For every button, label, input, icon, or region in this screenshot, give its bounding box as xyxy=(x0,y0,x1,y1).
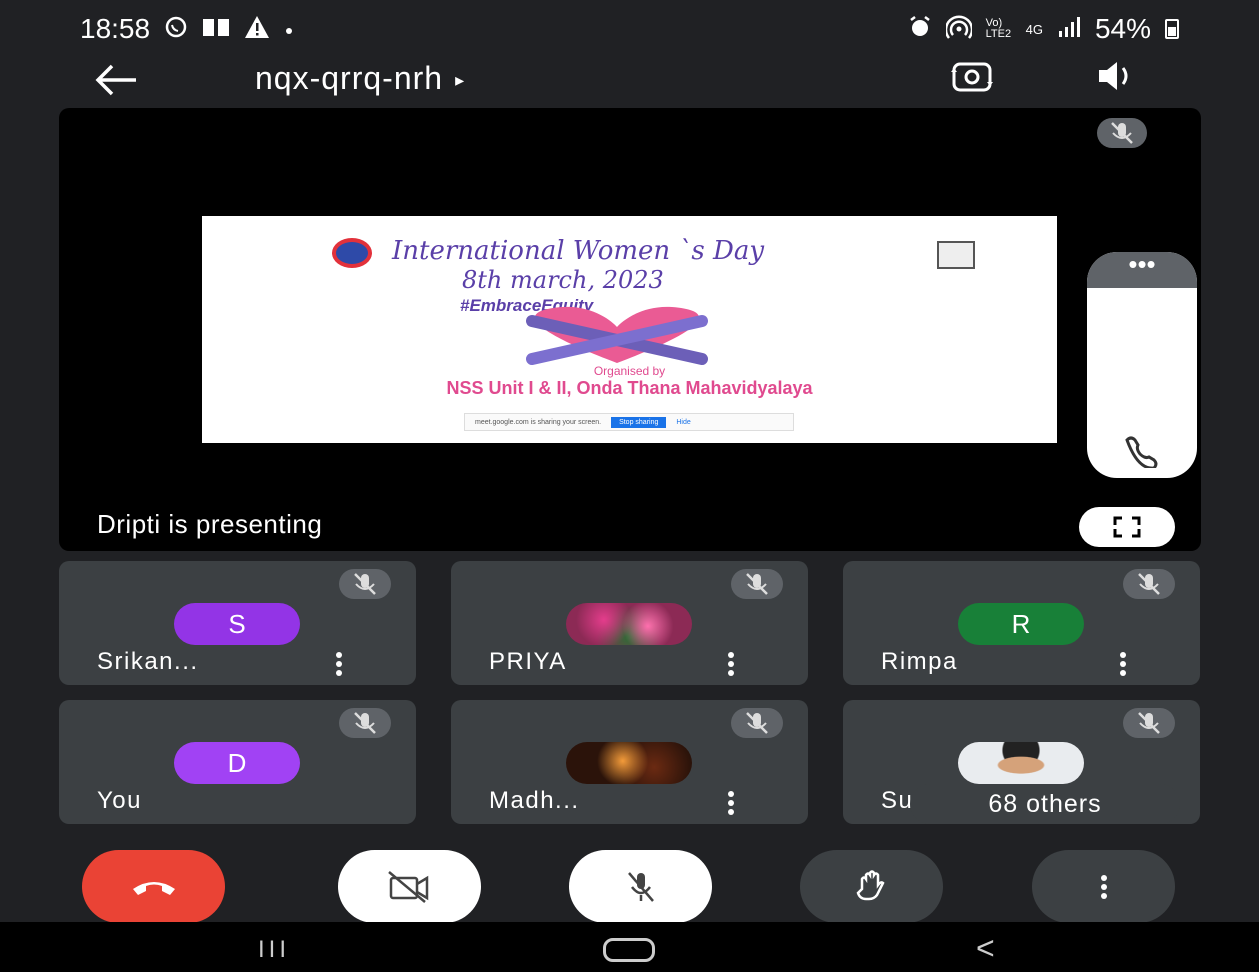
camera-off-icon xyxy=(387,870,428,903)
slide-date: 8th march, 2023 xyxy=(462,266,664,294)
back-button[interactable]: < xyxy=(976,930,995,967)
participant-name: Madh... xyxy=(489,787,580,814)
warning-icon xyxy=(244,15,270,43)
status-bar: 18:58 Vo) LTE2 4G 54% xyxy=(0,0,1259,58)
call-controls xyxy=(0,850,1259,930)
more-vert-icon[interactable] xyxy=(721,788,741,818)
hotspot-icon xyxy=(944,15,973,43)
mic-off-icon xyxy=(1123,569,1175,599)
mic-off-icon xyxy=(731,569,783,599)
mic-off-icon xyxy=(339,708,391,738)
panel-more-icon[interactable]: ••• xyxy=(1087,252,1197,288)
battery-percent: 54% xyxy=(1094,13,1151,44)
more-vert-icon[interactable] xyxy=(1113,649,1133,679)
more-vert-icon xyxy=(1100,874,1107,899)
presenter-mic-off-icon xyxy=(1097,118,1147,148)
fullscreen-button[interactable] xyxy=(1079,507,1175,547)
meeting-header: nqx-qrrq-nrh ▸ xyxy=(0,58,1259,106)
status-time: 18:58 xyxy=(80,13,151,44)
avatar-photo xyxy=(566,603,692,645)
shared-slide: International Women `s Day 8th march, 20… xyxy=(202,216,1057,443)
floating-call-panel[interactable]: ••• xyxy=(1087,252,1197,478)
participant-name: Su xyxy=(881,787,914,814)
participant-name: You xyxy=(97,787,142,814)
fullscreen-icon xyxy=(1113,516,1141,538)
avatar: R xyxy=(958,603,1084,645)
nss-logo xyxy=(332,238,372,268)
end-call-button[interactable] xyxy=(82,850,225,923)
signal-icon xyxy=(1057,17,1081,41)
book-icon xyxy=(202,16,230,42)
others-count-badge[interactable]: 68 others xyxy=(910,784,1180,824)
speaker-icon[interactable] xyxy=(1095,58,1139,102)
hide-banner-button: Hide xyxy=(676,418,691,426)
screen-share-banner: meet.google.com is sharing your screen. … xyxy=(464,413,794,431)
share-banner-text: meet.google.com is sharing your screen. xyxy=(475,418,602,426)
raise-hand-button[interactable] xyxy=(800,850,943,923)
participant-tile[interactable]: S Srikan... xyxy=(59,561,416,685)
participant-name: Rimpa xyxy=(881,648,958,675)
slide-organised-label: Organised by xyxy=(593,364,666,378)
participant-tile[interactable]: PRIYA xyxy=(451,561,808,685)
more-vert-icon[interactable] xyxy=(721,649,741,679)
home-button[interactable] xyxy=(603,938,655,962)
participant-tile[interactable]: R Rimpa xyxy=(843,561,1200,685)
alarm-icon xyxy=(908,15,932,43)
volte-label: Vo) LTE2 xyxy=(985,17,1012,40)
more-options-button[interactable] xyxy=(1032,850,1175,923)
mic-off-icon xyxy=(339,569,391,599)
meeting-code: nqx-qrrq-nrh xyxy=(255,60,444,96)
system-nav-bar: III < xyxy=(0,922,1259,972)
presenting-label: Dripti is presenting xyxy=(97,509,323,539)
college-logo xyxy=(937,241,975,269)
status-right: Vo) LTE2 4G 54% xyxy=(908,13,1179,45)
mic-off-icon xyxy=(731,708,783,738)
presentation-stage[interactable]: International Women `s Day 8th march, 20… xyxy=(59,108,1201,551)
phone-icon[interactable] xyxy=(1117,430,1167,470)
dot-icon xyxy=(284,18,294,40)
more-vert-icon[interactable] xyxy=(329,649,349,679)
stop-sharing-button: Stop sharing xyxy=(611,416,667,428)
slide-title: International Women `s Day xyxy=(392,236,765,266)
status-left: 18:58 xyxy=(80,13,294,45)
microphone-toggle-button[interactable] xyxy=(569,850,712,923)
participant-name: Srikan... xyxy=(97,648,199,675)
avatar-photo xyxy=(566,742,692,784)
mic-off-icon xyxy=(1123,708,1175,738)
meeting-code-button[interactable]: nqx-qrrq-nrh ▸ xyxy=(255,60,465,97)
back-arrow-icon[interactable] xyxy=(92,60,138,107)
participant-tile[interactable]: D You xyxy=(59,700,416,824)
whatsapp-icon xyxy=(164,15,188,43)
camera-toggle-button[interactable] xyxy=(338,850,481,923)
avatar: D xyxy=(174,742,300,784)
participant-name: PRIYA xyxy=(489,648,567,675)
battery-icon xyxy=(1165,19,1179,39)
avatar-photo xyxy=(958,742,1084,784)
meeting-info-arrow-icon: ▸ xyxy=(455,70,466,91)
participant-tile[interactable]: Madh... xyxy=(451,700,808,824)
slide-organiser: NSS Unit I & II, Onda Thana Mahavidyalay… xyxy=(446,378,813,398)
avatar: S xyxy=(174,603,300,645)
recents-button[interactable]: III xyxy=(258,936,290,964)
mic-off-icon xyxy=(627,871,654,902)
raise-hand-icon xyxy=(856,869,885,900)
switch-camera-icon[interactable] xyxy=(950,58,994,102)
network-label: 4G xyxy=(1025,21,1043,37)
end-call-icon xyxy=(132,881,175,895)
heart-graphic xyxy=(526,306,708,365)
